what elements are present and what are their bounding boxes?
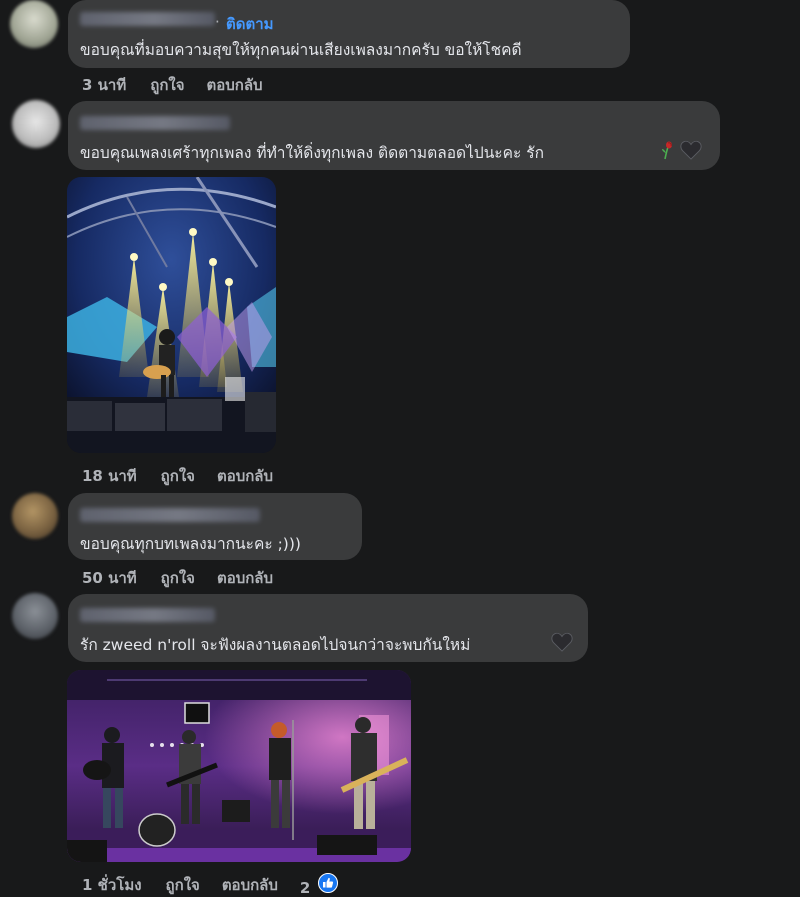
comment-text: ขอบคุณเพลงเศร้าทุกเพลง ที่ทำให้ดิ่งทุกเพ… [80, 144, 544, 162]
like-thumb-icon [317, 873, 338, 897]
comment-text: รัก zweed n'roll จะฟังผลงานตลอดไปจนกว่าจ… [80, 636, 471, 654]
commenter-avatar[interactable] [12, 100, 60, 148]
reply-link[interactable]: ตอบกลับ [207, 73, 263, 97]
commenter-name[interactable] [80, 508, 260, 522]
like-link[interactable]: ถูกใจ [150, 73, 184, 97]
reaction-summary[interactable]: 2 [300, 873, 338, 897]
reaction-count: 2 [299, 879, 311, 897]
black-heart-icon [551, 632, 573, 656]
reply-link[interactable]: ตอบกลับ [217, 464, 273, 488]
commenter-avatar[interactable] [12, 593, 58, 639]
comment-timestamp[interactable]: 18 นาที [82, 464, 137, 488]
comment-photo[interactable] [67, 177, 276, 453]
comment-timestamp[interactable]: 50 นาที [82, 566, 137, 590]
comment-actions: 18 นาที ถูกใจ ตอบกลับ [82, 464, 273, 488]
commenter-name[interactable] [80, 12, 215, 26]
comment-timestamp[interactable]: 3 นาที [82, 73, 126, 97]
wilted-rose-icon [656, 140, 676, 164]
commenter-avatar[interactable] [10, 0, 58, 48]
reply-link[interactable]: ตอบกลับ [222, 873, 278, 897]
separator-dot: · [215, 13, 220, 31]
comment-text: ขอบคุณทุกบทเพลงมากนะคะ ;))) [80, 535, 301, 553]
reply-link[interactable]: ตอบกลับ [217, 566, 273, 590]
comment-actions: 1 ชั่วโมง ถูกใจ ตอบกลับ 2 [82, 873, 338, 897]
comment-photo[interactable] [67, 670, 411, 862]
like-link[interactable]: ถูกใจ [161, 464, 195, 488]
comment-timestamp[interactable]: 1 ชั่วโมง [82, 873, 142, 897]
commenter-name[interactable] [80, 116, 230, 130]
comment-actions: 50 นาที ถูกใจ ตอบกลับ [82, 566, 273, 590]
comment-actions: 3 นาที ถูกใจ ตอบกลับ [82, 73, 263, 97]
like-link[interactable]: ถูกใจ [166, 873, 200, 897]
black-heart-icon [680, 140, 702, 164]
follow-link[interactable]: ติดตาม [226, 12, 274, 36]
like-link[interactable]: ถูกใจ [161, 566, 195, 590]
commenter-name[interactable] [80, 608, 215, 622]
comment-text: ขอบคุณที่มอบความสุขให้ทุกคนผ่านเสียงเพลง… [80, 41, 522, 59]
commenter-avatar[interactable] [12, 493, 58, 539]
